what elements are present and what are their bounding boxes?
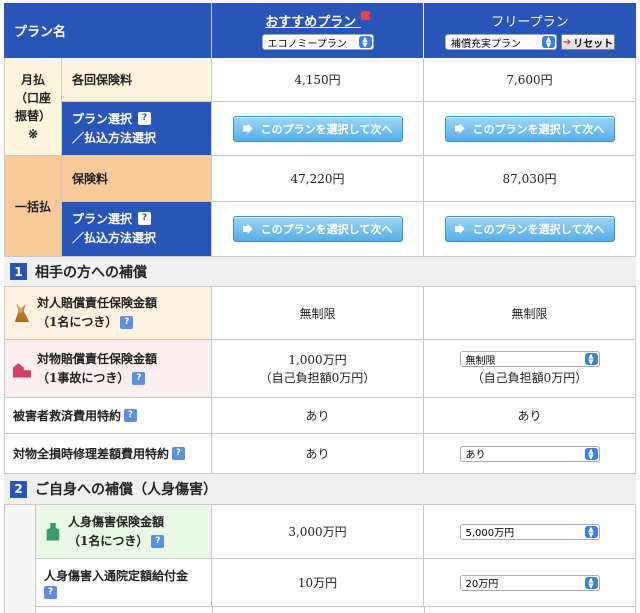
hospital-benefit-label-cell: 人身傷害入通院定額給付金 ? (36, 559, 212, 606)
arrow-right-icon (454, 123, 465, 134)
recommended-plan-header: おすすめプラン エコノミープラン ▲ ▼ (212, 3, 424, 58)
chevron-updown-icon: ▲ ▼ (358, 36, 372, 49)
lump-select-recommended-button[interactable]: このプランを選択して次へ (232, 216, 403, 242)
property-liability-label-cell: 対物賠償責任保険金額 （1事故につき）? (4, 340, 212, 397)
help-icon[interactable]: ? (172, 447, 186, 460)
monthly-select-free-cell: このプランを選択して次へ (424, 102, 636, 155)
victim-relief-label-cell: 被害者救済費用特約? (4, 398, 212, 433)
lump-premium-recommended: 47,220円 (212, 156, 424, 201)
repair-diff-row: 対物全損時修理差額費用特約? あり あり ▲ ▼ (4, 434, 636, 474)
recommended-plan-select[interactable]: エコノミープラン ▲ ▼ (261, 34, 374, 50)
help-icon[interactable]: ? (44, 585, 57, 599)
lump-premium-label: 保険料 (62, 156, 212, 201)
section-title: 相手の方への補償 (35, 264, 147, 281)
property-liability-select[interactable]: 無制限 ▲ ▼ (459, 351, 600, 367)
chevron-updown-icon: ▲ ▼ (584, 525, 598, 538)
plan-name-header: プラン名 (4, 3, 212, 58)
property-liability-free: 無制限 ▲ ▼ （自己負担額0万円） (424, 340, 636, 397)
monthly-premium-recommended: 4,150円 (212, 58, 424, 101)
personal-injury-row: 人身傷害保険金額 （1名につき）? 3,000万円 5,000万円 ▲ ▼ (36, 505, 636, 559)
next-row-stub (36, 607, 636, 613)
arrow-right-icon: ➔ (562, 36, 572, 48)
car-house-icon (13, 363, 31, 378)
header-row: プラン名 おすすめプラン エコノミープラン ▲ ▼ フリープラン 補償充実プラン … (4, 3, 636, 58)
lump-select-row: プラン選択 ／払込方法選択 このプランを選択して次へ このプランを選択して次へ (62, 202, 636, 257)
lump-select-free-button[interactable]: このプランを選択して次へ (444, 216, 615, 242)
personal-injury-free: 5,000万円 ▲ ▼ (424, 505, 636, 558)
recommended-plan-title[interactable]: おすすめプラン (265, 11, 370, 30)
plan-comparison-page: プラン名 おすすめプラン エコノミープラン ▲ ▼ フリープラン 補償充実プラン … (0, 0, 640, 613)
personal-injury-recommended: 3,000万円 (212, 505, 424, 558)
lump-premium-free: 87,030円 (424, 156, 636, 201)
monthly-label-cell: 月払 （口座 振替） ※ (4, 58, 62, 156)
hospital-benefit-row: 人身傷害入通院定額給付金 ? 10万円 20万円 ▲ ▼ (36, 559, 636, 607)
section-1-header: 1 相手の方への補償 (4, 257, 636, 287)
help-icon[interactable]: ? (151, 534, 165, 548)
lump-select-free-cell: このプランを選択して次へ (424, 202, 636, 256)
bodily-liability-free: 無制限 (424, 287, 636, 339)
help-icon[interactable]: ? (132, 371, 146, 385)
section-title: ご自身への補償（人身傷害） (35, 482, 217, 498)
hospital-benefit-recommended: 10万円 (212, 559, 424, 606)
chevron-updown-icon: ▲ ▼ (584, 447, 598, 460)
bodily-liability-label-cell: 対人賠償責任保険金額 （1名につき）? (4, 287, 212, 339)
repair-diff-free: あり ▲ ▼ (424, 434, 636, 473)
help-icon[interactable]: ? (138, 112, 151, 125)
section-2-header: 2 ご自身への補償（人身傷害） (4, 474, 636, 505)
free-plan-select[interactable]: 補償充実プラン ▲ ▼ (445, 34, 557, 50)
monthly-select-free-button[interactable]: このプランを選択して次へ (444, 115, 615, 142)
property-liability-recommended: 1,000万円 （自己負担額0万円） (212, 340, 424, 397)
bodily-liability-recommended: 無制限 (212, 287, 424, 339)
arrow-right-icon (454, 224, 465, 234)
personal-injury-label-cell: 人身傷害保険金額 （1名につき）? (36, 505, 212, 558)
free-plan-title: フリープラン (491, 15, 569, 30)
person-injury-icon (14, 304, 30, 322)
help-icon[interactable]: ? (138, 212, 151, 225)
reset-button[interactable]: ➔ リセット (561, 34, 615, 50)
repair-diff-recommended: あり (212, 434, 424, 473)
free-plan-header: フリープラン 補償充実プラン ▲ ▼ ➔ リセット (424, 3, 636, 58)
monthly-select-row: プラン選択 ／払込方法選択 このプランを選択して次へ このプランを選択して次へ (62, 102, 636, 156)
monthly-premium-label: 各回保険料 (62, 58, 212, 101)
repair-diff-select[interactable]: あり ▲ ▼ (459, 445, 600, 462)
victim-relief-recommended: あり (212, 398, 424, 433)
lump-label-cell: 一括払 (4, 156, 62, 257)
recommend-badge-icon (360, 11, 370, 20)
personal-injury-select[interactable]: 5,000万円 ▲ ▼ (459, 523, 600, 540)
victim-relief-row: 被害者救済費用特約? あり あり (4, 398, 636, 434)
property-liability-row: 対物賠償責任保険金額 （1事故につき）? 1,000万円 （自己負担額0万円） … (4, 340, 636, 398)
help-icon[interactable]: ? (120, 316, 134, 329)
person-icon (46, 522, 60, 541)
repair-diff-label-cell: 対物全損時修理差額費用特約? (4, 434, 212, 473)
monthly-select-recommended-cell: このプランを選択して次へ (212, 102, 424, 155)
monthly-select-recommended-button[interactable]: このプランを選択して次へ (232, 115, 403, 142)
lump-premium-row: 保険料 47,220円 87,030円 (62, 156, 636, 202)
free-plan-controls: 補償充実プラン ▲ ▼ ➔ リセット (445, 34, 615, 50)
monthly-premium-row: 各回保険料 4,150円 7,600円 (62, 58, 636, 102)
monthly-select-label: プラン選択 ／払込方法選択 (62, 102, 212, 155)
hospital-benefit-free: 20万円 ▲ ▼ (424, 559, 636, 606)
hospital-benefit-select[interactable]: 20万円 ▲ ▼ (459, 574, 600, 591)
arrow-right-icon (242, 224, 253, 234)
section-number: 1 (10, 263, 27, 280)
chevron-updown-icon: ▲ ▼ (584, 576, 598, 589)
chevron-updown-icon: ▲ ▼ (584, 353, 598, 366)
monthly-premium-free: 7,600円 (424, 58, 636, 101)
help-icon[interactable]: ? (124, 409, 138, 422)
section-number: 2 (10, 480, 27, 498)
chevron-updown-icon: ▲ ▼ (542, 36, 555, 49)
bodily-liability-row: 対人賠償責任保険金額 （1名につき）? 無制限 無制限 (4, 287, 636, 340)
section-2-indent-cell (4, 505, 36, 613)
lump-select-recommended-cell: このプランを選択して次へ (212, 202, 424, 256)
arrow-right-icon (242, 123, 253, 134)
victim-relief-free: あり (424, 398, 636, 433)
lump-select-label: プラン選択 ／払込方法選択 (62, 202, 212, 256)
